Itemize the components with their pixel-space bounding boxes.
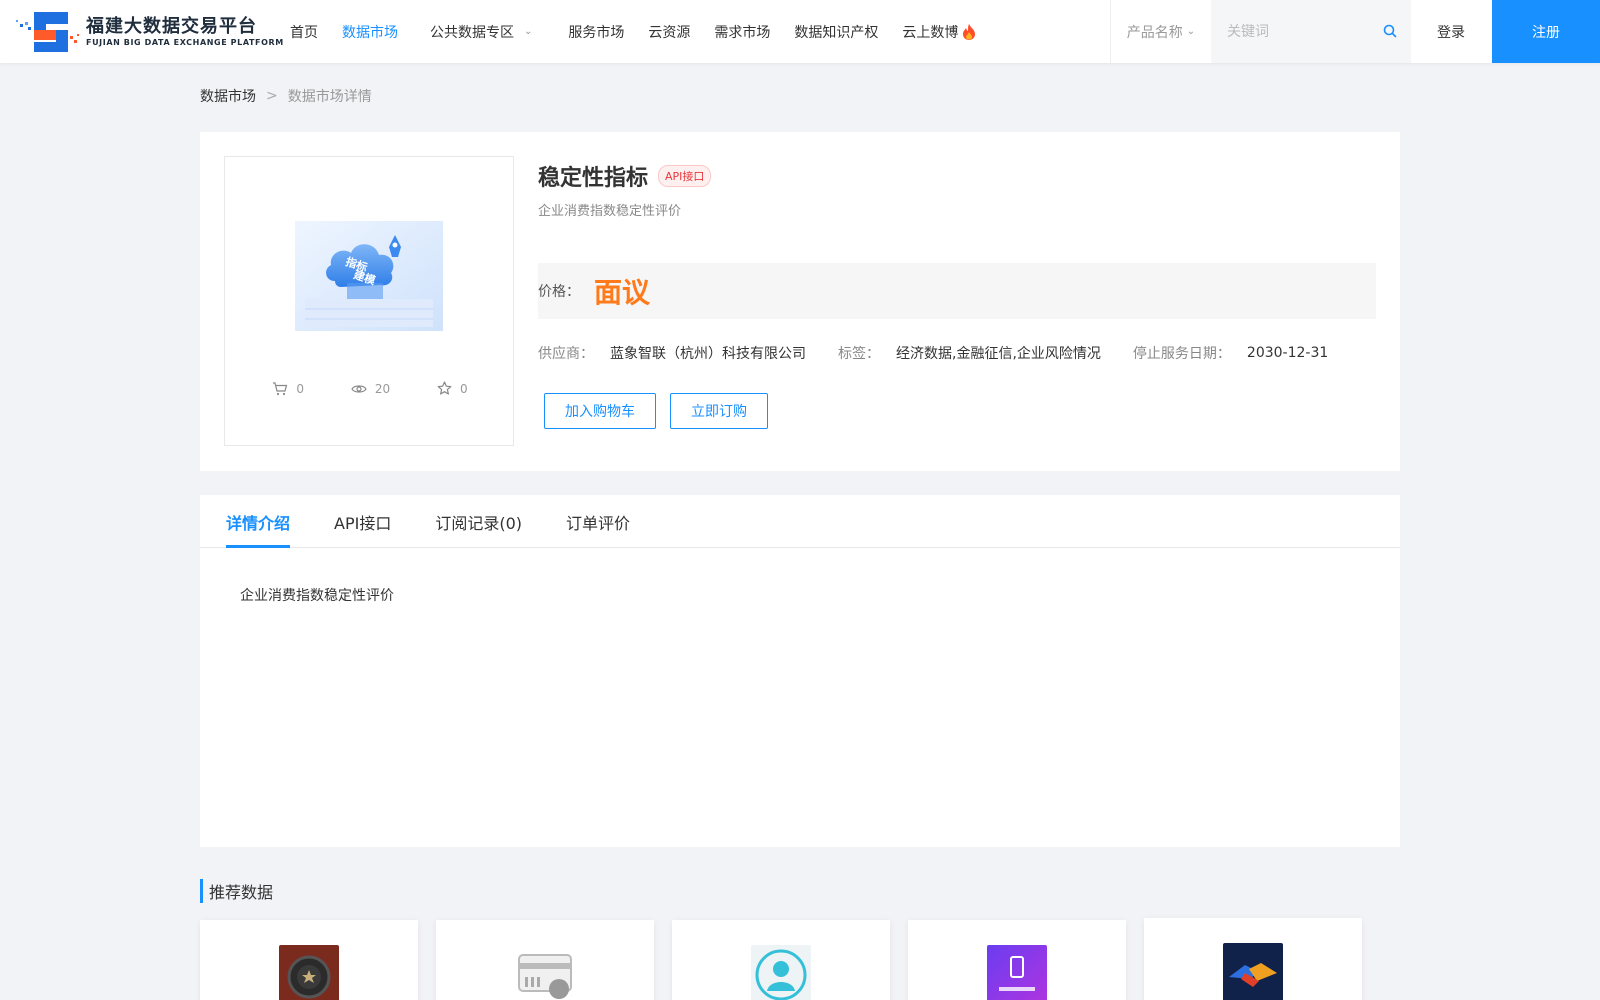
product-meta: 供应商： 蓝象智联（杭州）科技有限公司 标签： 经济数据,金融征信,企业风险情况… xyxy=(538,343,1376,363)
favorite-count: 0 xyxy=(437,381,468,396)
login-button[interactable]: 登录 xyxy=(1410,0,1492,63)
nav-service-market[interactable]: 服务市场 xyxy=(568,22,624,42)
nav-home-label: 首页 xyxy=(290,24,318,41)
register-button[interactable]: 注册 xyxy=(1492,0,1600,63)
logo-icon xyxy=(16,12,79,52)
nav-home[interactable]: 首页 xyxy=(290,22,318,42)
card-icon xyxy=(515,945,575,1000)
phone-icon xyxy=(987,945,1047,1000)
recommend-card[interactable] xyxy=(436,920,654,1000)
price-row: 价格： 面议 xyxy=(538,263,1376,319)
nav-service-market-label: 服务市场 xyxy=(568,24,625,41)
product-card: 指标 建模 0 20 0 稳定性指标 API接口 企业消费指数稳定性评价 价格：… xyxy=(200,132,1400,471)
detail-tabs: 详情介绍 API接口 订阅记录(0) 订单评价 xyxy=(200,495,1400,548)
search-box xyxy=(1211,0,1411,63)
shield-badge-icon xyxy=(279,945,339,1000)
breadcrumb: 数据市场 > 数据市场详情 xyxy=(200,86,372,106)
tags-value: 经济数据,金融征信,企业风险情况 xyxy=(896,346,1101,362)
search-area: 产品名称 ⌄ xyxy=(1110,0,1411,63)
eye-icon xyxy=(351,384,367,393)
nav-cloud-expo[interactable]: 云上数博 xyxy=(902,22,977,42)
breadcrumb-current: 数据市场详情 xyxy=(287,89,372,105)
price-label: 价格： xyxy=(538,284,580,300)
search-type-select[interactable]: 产品名称 ⌄ xyxy=(1111,0,1211,63)
logo-subtitle: FUJIAN BIG DATA EXCHANGE PLATFORM xyxy=(86,38,284,47)
top-header: 福建大数据交易平台 FUJIAN BIG DATA EXCHANGE PLATF… xyxy=(0,0,1600,63)
recommend-card[interactable] xyxy=(1144,918,1362,1000)
product-info: 稳定性指标 API接口 企业消费指数稳定性评价 价格： 面议 供应商： 蓝象智联… xyxy=(538,156,1376,429)
logo[interactable]: 福建大数据交易平台 FUJIAN BIG DATA EXCHANGE PLATF… xyxy=(16,10,284,54)
nav-demand-market-label: 需求市场 xyxy=(714,24,771,41)
star-icon[interactable] xyxy=(437,381,452,396)
product-subtitle: 企业消费指数稳定性评价 xyxy=(538,204,682,219)
user-avatar-icon xyxy=(751,945,811,1000)
nav-public-data-label: 公共数据专区 xyxy=(430,24,514,41)
add-to-cart-button[interactable]: 加入购物车 xyxy=(544,393,656,429)
recommend-thumbnail xyxy=(987,945,1047,1000)
tab-reviews[interactable]: 订单评价 xyxy=(566,495,630,548)
logo-title: 福建大数据交易平台 xyxy=(86,16,257,37)
recommend-thumbnail xyxy=(751,945,811,1000)
search-type-label: 产品名称 xyxy=(1126,24,1183,41)
cart-count: 0 xyxy=(272,381,304,396)
recommend-title: 推荐数据 xyxy=(200,879,273,903)
nav-public-data[interactable]: 公共数据专区 ⌄ xyxy=(430,22,532,42)
favorite-count-value: 0 xyxy=(459,381,468,396)
nav-data-market[interactable]: 数据市场 xyxy=(342,22,398,42)
supplier-label: 供应商： xyxy=(538,346,594,362)
handshake-icon xyxy=(1223,943,1283,1000)
recommend-thumbnail xyxy=(515,945,575,1000)
cart-icon xyxy=(273,381,288,395)
nav-cloud-resource-label: 云资源 xyxy=(648,24,691,41)
nav-data-ip[interactable]: 数据知识产权 xyxy=(794,22,878,42)
recommend-card[interactable] xyxy=(908,920,1126,1000)
recommend-card[interactable] xyxy=(672,920,890,1000)
view-count: 20 xyxy=(351,381,390,396)
nav-data-ip-label: 数据知识产权 xyxy=(794,24,879,41)
cart-count-value: 0 xyxy=(296,381,305,396)
nav-cloud-expo-label: 云上数博 xyxy=(902,24,959,41)
action-buttons: 加入购物车 立即订购 xyxy=(538,393,1376,429)
nav-data-market-label: 数据市场 xyxy=(342,24,398,41)
nav-demand-market[interactable]: 需求市场 xyxy=(714,22,770,42)
stop-date-label: 停止服务日期： xyxy=(1132,346,1231,362)
breadcrumb-root[interactable]: 数据市场 xyxy=(200,86,256,106)
api-badge: API接口 xyxy=(658,165,712,187)
product-image-box: 指标 建模 0 20 0 xyxy=(224,156,514,446)
product-image: 指标 建模 xyxy=(295,221,443,331)
recommend-thumbnail xyxy=(279,945,339,1000)
tab-details[interactable]: 详情介绍 xyxy=(226,495,291,548)
supplier-value: 蓝象智联（杭州）科技有限公司 xyxy=(610,346,806,362)
tags-label: 标签： xyxy=(838,346,880,362)
search-input[interactable] xyxy=(1227,23,1377,40)
chevron-down-icon: ⌄ xyxy=(524,26,533,37)
search-icon[interactable] xyxy=(1383,24,1397,38)
buy-now-button[interactable]: 立即订购 xyxy=(670,393,768,429)
detail-content: 企业消费指数稳定性评价 xyxy=(240,588,394,604)
recommend-card[interactable] xyxy=(200,920,418,1000)
main-nav: 首页 数据市场 公共数据专区 ⌄ 服务市场 云资源 需求市场 数据知识产权 云上数… xyxy=(290,0,1001,63)
view-count-value: 20 xyxy=(374,381,391,396)
product-title: 稳定性指标 xyxy=(538,166,649,191)
nav-cloud-resource[interactable]: 云资源 xyxy=(648,22,690,42)
stop-date-value: 2030-12-31 xyxy=(1246,345,1329,361)
breadcrumb-separator: > xyxy=(266,88,278,104)
tab-subscriptions[interactable]: 订阅记录(0) xyxy=(435,495,522,548)
price-value: 面议 xyxy=(594,276,651,309)
tab-api[interactable]: API接口 xyxy=(334,495,391,548)
detail-card: 详情介绍 API接口 订阅记录(0) 订单评价 企业消费指数稳定性评价 xyxy=(200,495,1400,847)
product-stats: 0 20 0 xyxy=(225,381,515,396)
fire-icon xyxy=(963,23,976,40)
recommend-thumbnail xyxy=(1223,943,1283,1000)
chevron-down-icon: ⌄ xyxy=(1186,26,1196,37)
